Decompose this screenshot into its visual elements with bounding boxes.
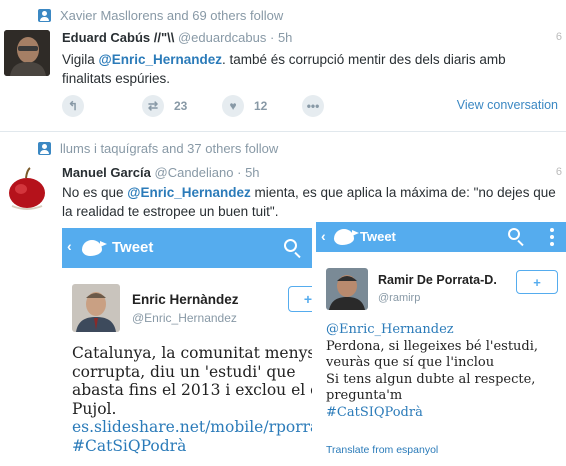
- social-context-text: llums i taquígrafs and 37 others follow: [60, 141, 279, 156]
- more-vertical-icon[interactable]: [550, 228, 554, 249]
- tweet-actions: ↰ ⇄ 23 ♥ 12 ••• View conversation: [62, 94, 558, 118]
- author-name[interactable]: Manuel García: [62, 165, 151, 180]
- onion-avatar-photo: [4, 166, 50, 212]
- author-handle[interactable]: @Candeliano: [155, 165, 234, 180]
- body-line: pregunta'm: [326, 388, 403, 403]
- social-context[interactable]: Xavier Masllorens and 69 others follow: [38, 8, 283, 23]
- timestamp[interactable]: 5h: [278, 30, 292, 45]
- separator: ·: [269, 30, 275, 45]
- twitter-top-bar: ‹ Tweet: [316, 222, 566, 252]
- author-name[interactable]: Eduard Cabús //"\\: [62, 30, 174, 45]
- like-button[interactable]: ♥ 12: [222, 94, 267, 118]
- embedded-author-name: Ramir De Porrata-D.: [378, 273, 497, 287]
- mention-link[interactable]: @Enric_Hernandez: [127, 185, 250, 200]
- twitter-bird-icon: [82, 240, 107, 256]
- tweet-text: Vigila @Enric_Hernandez. també és corrup…: [62, 50, 556, 88]
- social-context-text: Xavier Masllorens and 69 others follow: [60, 8, 284, 23]
- person-icon: [38, 9, 51, 22]
- embedded-avatar: [72, 284, 120, 332]
- avatar-photo: [4, 30, 50, 76]
- twitter-top-bar: ‹ Tweet: [62, 228, 312, 268]
- embedded-tweet-screenshot-right[interactable]: ‹ Tweet Ramir De Porrata-D. @ramirp + @E…: [316, 222, 566, 466]
- body-line: Si tens algun dubte al respecte,: [326, 371, 536, 387]
- hashtag: #CatSiQPodrà: [72, 436, 187, 455]
- body-line: corrupta, diu un 'estudi' que: [72, 362, 296, 381]
- bar-title: Tweet: [112, 239, 154, 256]
- tweet-2[interactable]: llums i taquígrafs and 37 others follow …: [0, 132, 566, 466]
- avatar[interactable]: [4, 30, 50, 76]
- body-line: Catalunya, la comunitat menys: [72, 344, 312, 362]
- corner-mark: 6: [555, 31, 562, 43]
- embedded-author-name: Enric Hernàndez: [132, 292, 239, 307]
- reply-button[interactable]: ↰: [62, 94, 94, 118]
- timestamp[interactable]: 5h: [245, 165, 259, 180]
- separator: ·: [237, 165, 242, 180]
- avatar[interactable]: [4, 166, 50, 212]
- person-photo: [326, 268, 368, 310]
- view-conversation-link[interactable]: View conversation: [457, 98, 558, 112]
- mention-link[interactable]: @Enric_Hernandez: [99, 52, 222, 67]
- embedded-avatar: [326, 268, 368, 310]
- search-icon[interactable]: [284, 239, 297, 252]
- back-icon[interactable]: ‹: [321, 228, 326, 244]
- person-icon: [38, 142, 51, 155]
- author-handle[interactable]: @eduardcabus: [178, 30, 266, 45]
- retweet-count: 23: [174, 99, 188, 113]
- bar-title: Tweet: [360, 229, 396, 244]
- follow-button[interactable]: +: [516, 270, 558, 294]
- embedded-tweet-body: @Enric_Hernandez Perdona, si llegeixes b…: [326, 322, 566, 421]
- twitter-bird-icon: [334, 229, 359, 245]
- embedded-tweet-body: Catalunya, la comunitat menys corrupta, …: [72, 344, 312, 455]
- tweet-text: No es que @Enric_Hernandez mienta, es qu…: [62, 183, 556, 221]
- person-photo: [72, 284, 120, 332]
- mention-line: @Enric_Hernandez: [326, 322, 454, 337]
- back-icon[interactable]: ‹: [67, 238, 72, 254]
- retweet-icon: ⇄: [142, 95, 164, 117]
- social-context[interactable]: llums i taquígrafs and 37 others follow: [38, 141, 278, 156]
- search-icon[interactable]: [508, 228, 520, 240]
- corner-mark: 6: [555, 166, 562, 178]
- heart-icon: ♥: [222, 95, 244, 117]
- body-line: veuràs que sí que l'inclou: [326, 355, 495, 370]
- body-line: abasta fins el 2013 i exclou el ca: [72, 381, 312, 399]
- reply-icon: ↰: [62, 95, 84, 117]
- text-part: Vigila: [62, 52, 99, 67]
- tweet-header: Manuel García @Candeliano · 5h: [62, 165, 260, 180]
- follow-button[interactable]: +: [288, 286, 312, 312]
- like-count: 12: [254, 99, 268, 113]
- tweet-header: Eduard Cabús //"\\ @eduardcabus · 5h: [62, 30, 292, 45]
- hashtag: #CatSIQPodrà: [326, 404, 423, 420]
- tweet-1[interactable]: Xavier Masllorens and 69 others follow E…: [0, 0, 566, 128]
- body-line: Perdona, si llegeixes bé l'estudi,: [326, 338, 539, 354]
- slideshare-link: es.slideshare.net/mobile/rporra: [72, 418, 312, 436]
- body-line: Pujol.: [72, 399, 117, 418]
- retweet-button[interactable]: ⇄ 23: [142, 94, 187, 118]
- embedded-author-handle: @Enric_Hernandez: [132, 311, 237, 325]
- translate-link: Translate from espanyol: [326, 444, 439, 456]
- text-part: No es que: [62, 185, 128, 200]
- more-button[interactable]: •••: [302, 94, 334, 118]
- embedded-author-handle: @ramirp: [378, 292, 421, 304]
- embedded-tweet-screenshot-left[interactable]: ‹ Tweet Enric Hernàndez @Enric_Hernandez…: [62, 228, 312, 466]
- more-icon: •••: [302, 95, 324, 117]
